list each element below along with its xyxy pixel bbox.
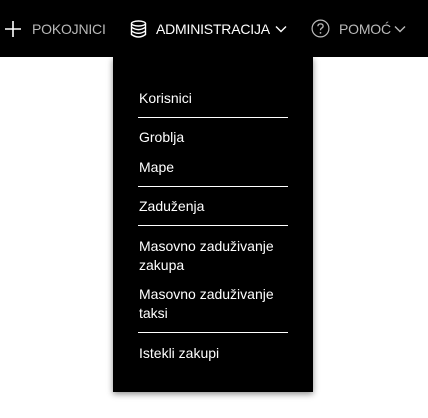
chevron-down-icon [394,25,406,33]
plus-icon [4,20,22,38]
menu-item-zaduzenja[interactable]: Zaduženja [139,197,299,216]
nav-item-pomoc[interactable]: POMOĆ [311,0,406,57]
nav-item-pokojnici[interactable]: POKOJNICI [4,0,106,57]
menu-item-groblja[interactable]: Groblja [139,128,299,147]
help-circle-icon [311,19,330,38]
menu-divider [138,332,288,333]
menu-item-istekli-zakupi[interactable]: Istekli zakupi [139,344,299,363]
chevron-down-icon [275,25,287,33]
administracija-dropdown-menu: Korisnici Groblja Mape Zaduženja Masovno… [113,57,313,392]
nav-item-label: ADMINISTRACIJA [156,20,270,37]
menu-divider [138,117,288,118]
menu-item-korisnici[interactable]: Korisnici [139,89,299,108]
menu-divider [138,225,288,226]
nav-item-label: POKOJNICI [32,20,106,37]
menu-item-masovno-zaduzivanje-taksi[interactable]: Masovno zaduživanje taksi [139,285,299,323]
database-icon [130,19,147,38]
menu-item-masovno-zaduzivanje-zakupa[interactable]: Masovno zaduživanje zakupa [139,237,299,275]
menu-item-mape[interactable]: Mape [139,158,299,177]
top-navbar: POKOJNICI ADMINISTRACIJA POMOĆ [0,0,428,57]
nav-item-label: POMOĆ [339,20,391,37]
nav-item-administracija[interactable]: ADMINISTRACIJA [130,0,287,57]
menu-divider [138,186,288,187]
